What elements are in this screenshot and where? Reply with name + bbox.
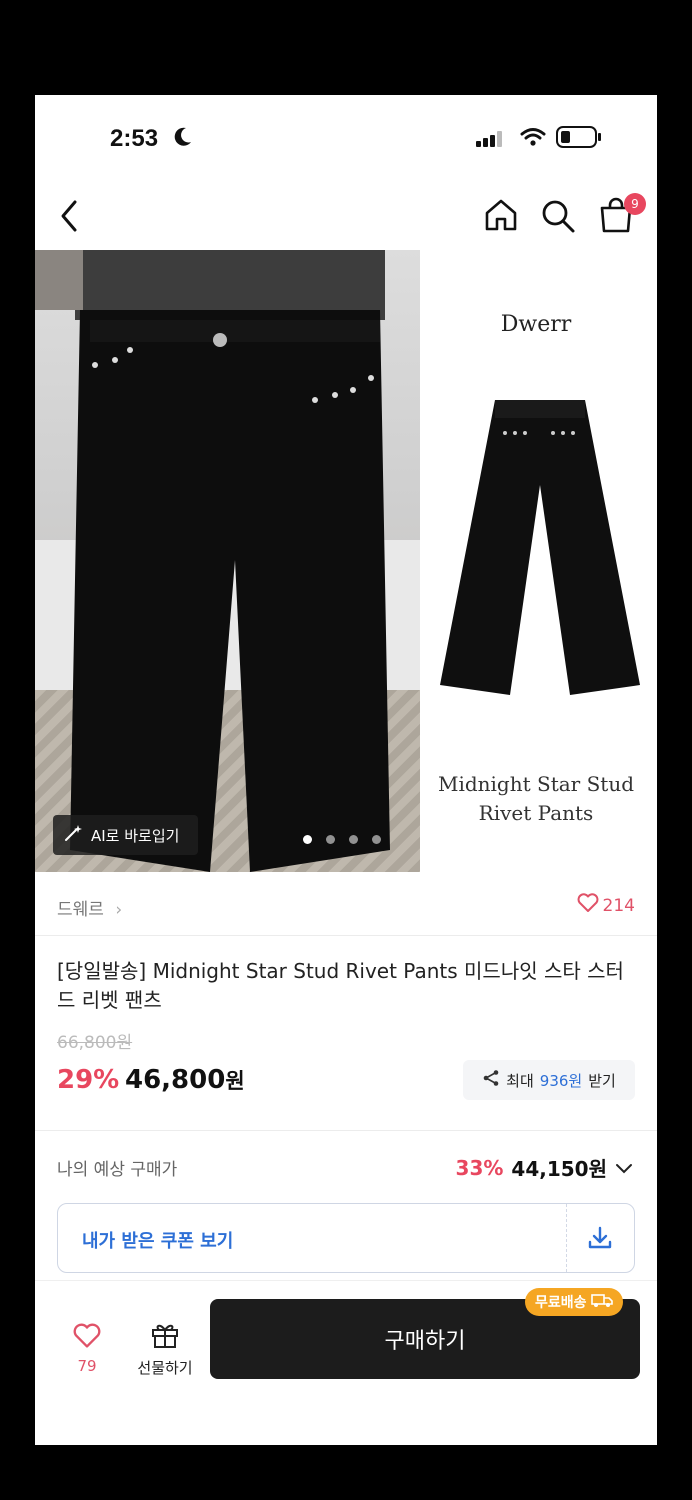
product-image-carousel[interactable]: AI로 바로입기 Dwerr Midnight Star Stud Rivet … xyxy=(35,250,657,872)
signal-icon xyxy=(476,131,504,151)
expected-price-toggle[interactable]: 33% 44,150원 xyxy=(456,1153,633,1182)
status-time: 2:53 xyxy=(110,125,159,152)
product-title: [당일발송] Midnight Star Stud Rivet Pants 미드… xyxy=(57,959,624,1012)
pants-photo-illustration xyxy=(35,250,390,872)
reward-amount: 936원 xyxy=(539,1071,583,1090)
model-photo: AI로 바로입기 xyxy=(35,250,420,872)
truck-icon xyxy=(590,1292,613,1312)
image-product-name-line1: Midnight Star Stud xyxy=(437,772,635,796)
carousel-dot[interactable] xyxy=(303,835,312,844)
magic-wand-icon xyxy=(63,823,83,847)
coupon-view-label[interactable]: 내가 받은 쿠폰 보기 xyxy=(82,1227,233,1253)
chevron-right-icon: › xyxy=(115,900,123,920)
divider xyxy=(35,1130,657,1131)
app-screen: 2:53 9 AI로 바로입기 Dwerr Midnight Star Stud… xyxy=(35,95,657,1445)
sale-price: 46,800원 xyxy=(125,1065,245,1095)
wishlist-button[interactable]: 79 xyxy=(65,1323,109,1375)
expected-price: 44,150원 xyxy=(511,1157,607,1181)
cart-count-badge: 9 xyxy=(624,193,646,215)
like-button[interactable]: 214 xyxy=(577,893,635,918)
heart-icon xyxy=(65,1323,109,1353)
image-product-name: Midnight Star Stud Rivet Pants xyxy=(435,770,637,828)
heart-icon xyxy=(577,893,599,918)
image-product-name-line2: Rivet Pants xyxy=(478,801,594,825)
wishlist-count: 79 xyxy=(77,1357,97,1375)
brand-name: 드웨르 xyxy=(57,900,104,920)
gift-icon xyxy=(130,1321,200,1353)
brand-link[interactable]: 드웨르 › xyxy=(57,895,122,920)
bottom-action-bar: 79 선물하기 구매하기 무료배송 xyxy=(35,1280,657,1445)
share-icon xyxy=(482,1069,500,1091)
sale-price-unit: 원 xyxy=(225,1069,245,1093)
home-icon[interactable] xyxy=(483,198,519,236)
battery-icon xyxy=(556,126,602,152)
free-shipping-label: 무료배송 xyxy=(535,1295,587,1311)
coupon-separator xyxy=(566,1204,567,1272)
discount-rate: 29% xyxy=(57,1065,120,1095)
reward-points-button[interactable]: 최대 936원 받기 xyxy=(463,1060,635,1100)
moon-icon xyxy=(173,126,193,152)
wifi-icon xyxy=(520,127,546,151)
carousel-dots xyxy=(303,835,381,844)
ai-try-on-label: AI로 바로입기 xyxy=(91,826,180,845)
expected-price-label: 나의 예상 구매가 xyxy=(57,1160,178,1180)
expected-discount: 33% xyxy=(455,1155,504,1180)
carousel-dot[interactable] xyxy=(349,835,358,844)
back-icon[interactable] xyxy=(57,198,81,238)
carousel-dot[interactable] xyxy=(372,835,381,844)
reward-prefix: 최대 xyxy=(506,1071,534,1090)
divider xyxy=(35,935,657,936)
pants-flat-illustration xyxy=(440,400,640,695)
original-price: 66,800원 xyxy=(57,1033,133,1053)
free-shipping-badge: 무료배송 xyxy=(525,1288,623,1316)
image-brand-text: Dwerr xyxy=(500,312,572,337)
gift-button[interactable]: 선물하기 xyxy=(130,1321,200,1378)
gift-label: 선물하기 xyxy=(137,1359,193,1377)
sale-price-number: 46,800 xyxy=(125,1065,226,1095)
chevron-down-icon xyxy=(615,1156,633,1180)
like-count: 214 xyxy=(602,895,635,916)
reward-suffix: 받기 xyxy=(588,1071,616,1090)
carousel-dot[interactable] xyxy=(326,835,335,844)
ai-try-on-button[interactable]: AI로 바로입기 xyxy=(53,815,198,855)
search-icon[interactable] xyxy=(540,198,576,238)
coupon-box[interactable]: 내가 받은 쿠폰 보기 xyxy=(57,1203,635,1273)
download-icon[interactable] xyxy=(586,1224,614,1256)
